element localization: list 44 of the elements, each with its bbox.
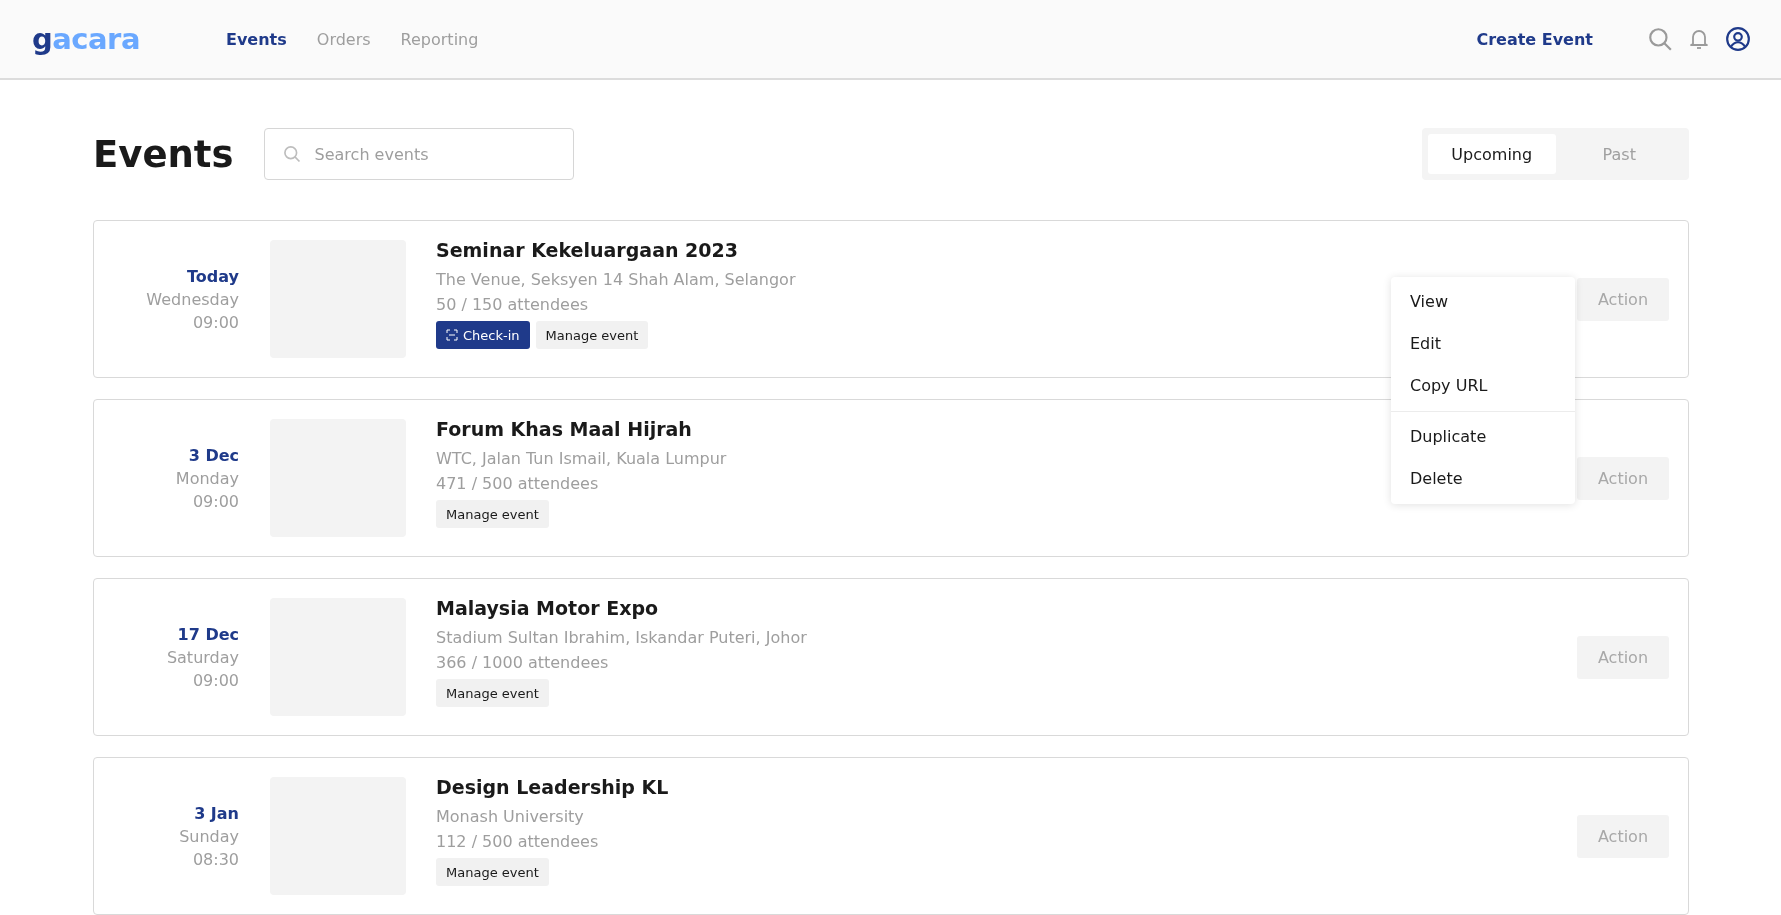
event-title: Malaysia Motor Expo (436, 597, 660, 619)
manage-event-button[interactable]: Manage event (436, 858, 549, 886)
event-time: 09:00 (192, 490, 239, 513)
event-day: 3 Jan (194, 801, 239, 825)
user-icon[interactable] (1725, 26, 1751, 52)
event-day: Today (187, 264, 239, 288)
menu-item[interactable]: View (1391, 281, 1575, 323)
event-time: 08:30 (192, 848, 239, 871)
check-in-button[interactable]: Check-in (436, 321, 530, 349)
scan-icon (446, 329, 458, 341)
search-icon (281, 144, 302, 164)
attendee-count: 112 / 500 attendees (436, 831, 600, 853)
menu-item[interactable]: Edit (1391, 323, 1575, 365)
event-title: Seminar Kekeluargaan 2023 (436, 239, 739, 261)
manage-event-button[interactable]: Manage event (436, 679, 549, 707)
attendee-count: 50 / 150 attendees (436, 294, 590, 316)
menu-item[interactable]: Duplicate (1391, 416, 1575, 458)
event-title: Forum Khas Maal Hijrah (436, 418, 693, 440)
event-venue: WTC, Jalan Tun Ismail, Kuala Lumpur (436, 448, 727, 470)
tab[interactable]: Upcoming (1428, 134, 1556, 174)
search-field[interactable]: Search events (263, 128, 574, 180)
logo[interactable]: gacara (32, 22, 226, 56)
menu-item[interactable]: Delete (1391, 458, 1575, 500)
event-weekday: Sunday (179, 825, 239, 848)
nav-link[interactable]: Events (226, 29, 287, 49)
event-venue: Monash University (436, 806, 585, 828)
event-time: 09:00 (192, 311, 239, 334)
manage-event-button[interactable]: Manage event (535, 321, 649, 349)
event-day: 3 Dec (188, 443, 239, 467)
event-venue: The Venue, Seksyen 14 Shah Alam, Selangor (436, 269, 796, 291)
event-weekday: Saturday (166, 646, 239, 669)
event-title: Design Leadership KL (436, 776, 669, 798)
manage-event-button[interactable]: Manage event (436, 500, 549, 528)
page-title: Events (93, 132, 234, 176)
search-icon[interactable] (1647, 26, 1673, 52)
event-day: 17 Dec (177, 622, 239, 646)
attendee-count: 366 / 1000 attendees (436, 652, 610, 674)
event-weekday: Wednesday (146, 288, 239, 311)
event-venue: Stadium Sultan Ibrahim, Iskandar Puteri, Johor (436, 627, 807, 649)
event-time: 09:00 (192, 669, 239, 692)
event-weekday: Monday (175, 467, 239, 490)
attendee-count: 471 / 500 attendees (436, 473, 600, 495)
create-event-link[interactable]: Create Event (1476, 29, 1593, 49)
menu-item[interactable]: Copy URL (1391, 365, 1575, 407)
